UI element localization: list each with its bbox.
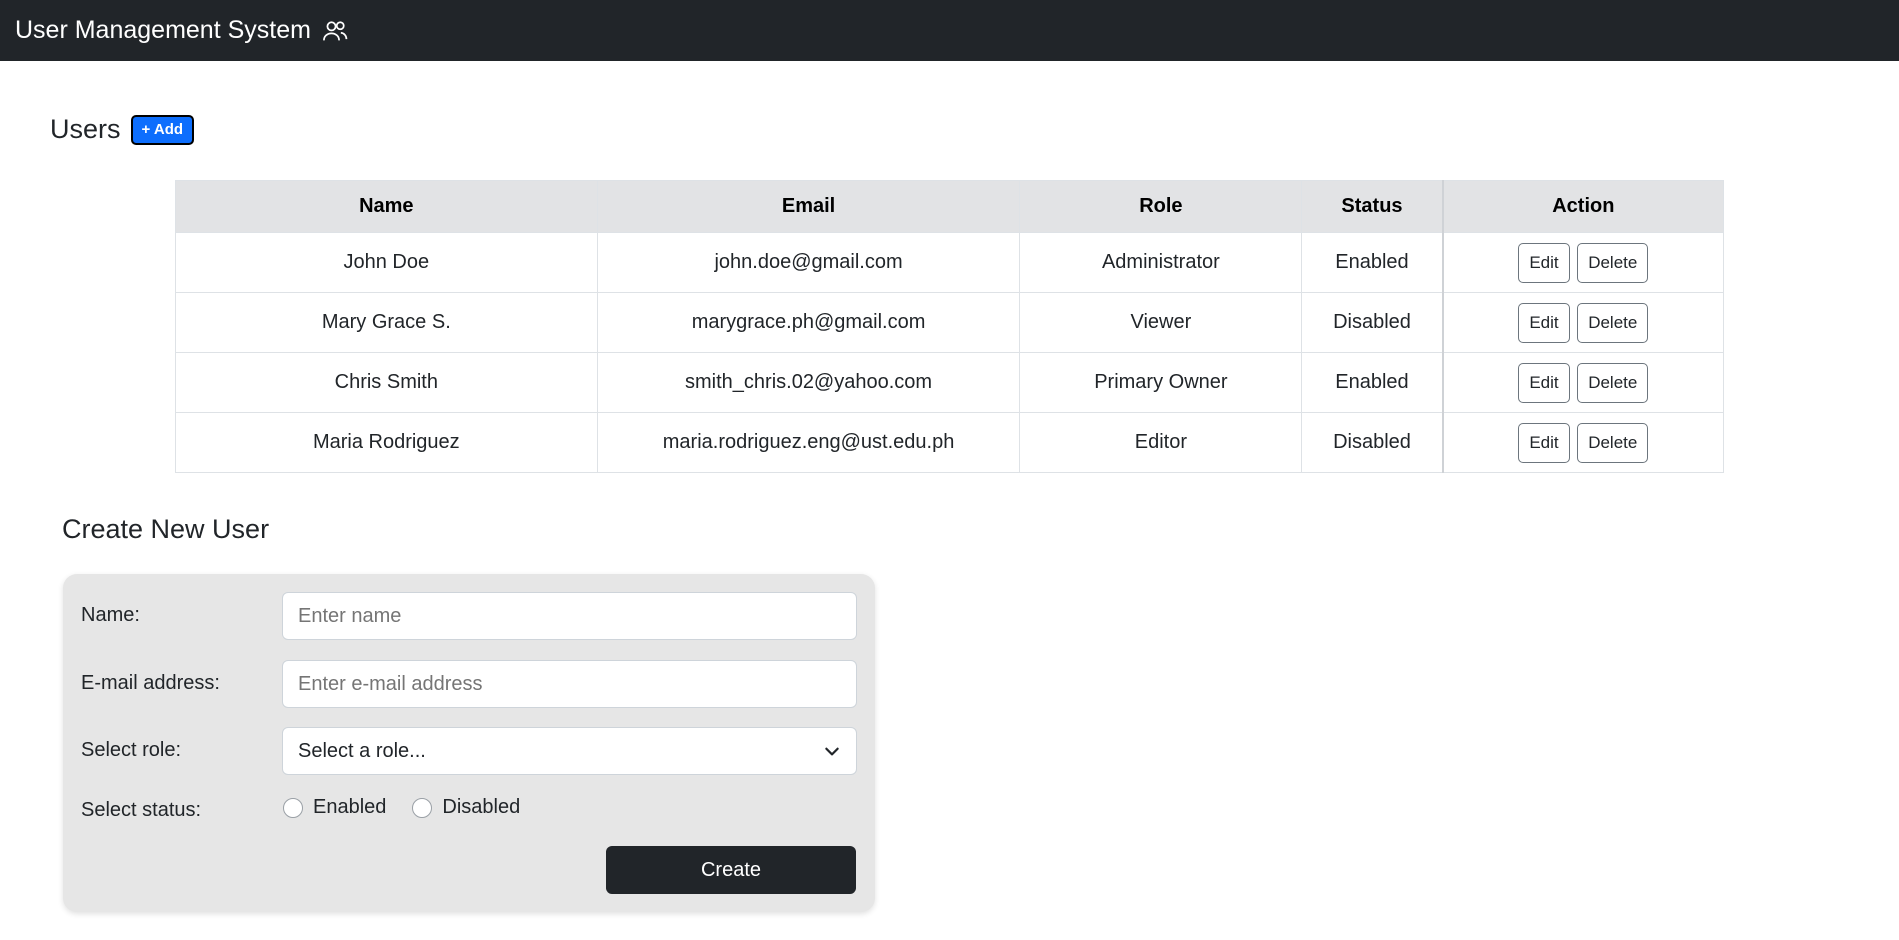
- status-radio-group: Enabled Disabled: [283, 796, 520, 819]
- status-label: Select status:: [81, 799, 202, 821]
- header-email: Email: [596, 180, 1021, 233]
- name-label: Name:: [81, 604, 140, 626]
- cell-email: john.doe@gmail.com: [596, 232, 1021, 293]
- cell-action: Edit Delete: [1441, 412, 1724, 473]
- cell-status: Disabled: [1301, 412, 1444, 473]
- cell-email: maria.rodriguez.eng@ust.edu.ph: [596, 412, 1021, 473]
- table-row: Mary Grace S. marygrace.ph@gmail.com Vie…: [175, 292, 1724, 353]
- cell-status: Enabled: [1301, 232, 1444, 293]
- email-label: E-mail address:: [81, 672, 220, 694]
- delete-button[interactable]: Delete: [1577, 422, 1649, 463]
- cell-action: Edit Delete: [1441, 292, 1724, 353]
- delete-button[interactable]: Delete: [1577, 302, 1649, 343]
- radio-enabled[interactable]: [283, 797, 303, 818]
- name-input[interactable]: [282, 592, 857, 640]
- app-title: User Management System: [15, 16, 311, 44]
- radio-disabled-label: Disabled: [442, 796, 521, 818]
- navbar: User Management System: [0, 0, 1899, 61]
- users-table: Name Email Role Status Action John Doe j…: [175, 180, 1724, 473]
- header-action: Action: [1441, 180, 1724, 233]
- create-user-form: Name: E-mail address: Select role: Selec…: [63, 574, 875, 912]
- add-user-button[interactable]: + Add: [130, 114, 195, 145]
- delete-button[interactable]: Delete: [1577, 362, 1649, 403]
- delete-button[interactable]: Delete: [1577, 242, 1649, 283]
- header-role: Role: [1019, 180, 1303, 233]
- cell-role: Editor: [1019, 412, 1303, 473]
- create-user-heading: Create New User: [62, 514, 270, 544]
- email-input[interactable]: [282, 660, 857, 708]
- header-status: Status: [1301, 180, 1444, 233]
- role-label: Select role:: [81, 739, 182, 761]
- table-row: Chris Smith smith_chris.02@yahoo.com Pri…: [175, 352, 1724, 413]
- edit-button[interactable]: Edit: [1518, 362, 1570, 403]
- header-name: Name: [175, 180, 598, 233]
- edit-button[interactable]: Edit: [1518, 242, 1570, 283]
- cell-name: Chris Smith: [175, 352, 598, 413]
- cell-role: Administrator: [1019, 232, 1303, 293]
- status-option-enabled[interactable]: Enabled: [283, 796, 386, 819]
- navbar-brand[interactable]: User Management System: [15, 16, 349, 45]
- table-row: Maria Rodriguez maria.rodriguez.eng@ust.…: [175, 412, 1724, 473]
- cell-email: smith_chris.02@yahoo.com: [596, 352, 1021, 413]
- cell-name: John Doe: [175, 232, 598, 293]
- edit-button[interactable]: Edit: [1518, 302, 1570, 343]
- cell-role: Viewer: [1019, 292, 1303, 353]
- table-row: John Doe john.doe@gmail.com Administrato…: [175, 232, 1724, 293]
- chevron-down-icon: [825, 747, 839, 756]
- cell-email: marygrace.ph@gmail.com: [596, 292, 1021, 353]
- status-option-disabled[interactable]: Disabled: [412, 796, 520, 819]
- cell-action: Edit Delete: [1441, 232, 1724, 293]
- users-heading: Users: [50, 114, 121, 144]
- radio-disabled[interactable]: [412, 797, 433, 818]
- cell-status: Disabled: [1301, 292, 1444, 353]
- role-select[interactable]: Select a role...: [282, 727, 857, 775]
- cell-name: Maria Rodriguez: [175, 412, 598, 473]
- cell-action: Edit Delete: [1441, 352, 1724, 413]
- users-heading-row: Users + Add: [50, 114, 195, 145]
- role-select-value: Select a role...: [298, 739, 426, 762]
- cell-role: Primary Owner: [1019, 352, 1303, 413]
- radio-enabled-label: Enabled: [313, 796, 387, 818]
- create-button[interactable]: Create: [606, 846, 856, 894]
- users-icon: [322, 20, 348, 40]
- table-header-row: Name Email Role Status Action: [175, 180, 1724, 233]
- cell-name: Mary Grace S.: [175, 292, 598, 353]
- edit-button[interactable]: Edit: [1518, 422, 1570, 463]
- cell-status: Enabled: [1301, 352, 1444, 413]
